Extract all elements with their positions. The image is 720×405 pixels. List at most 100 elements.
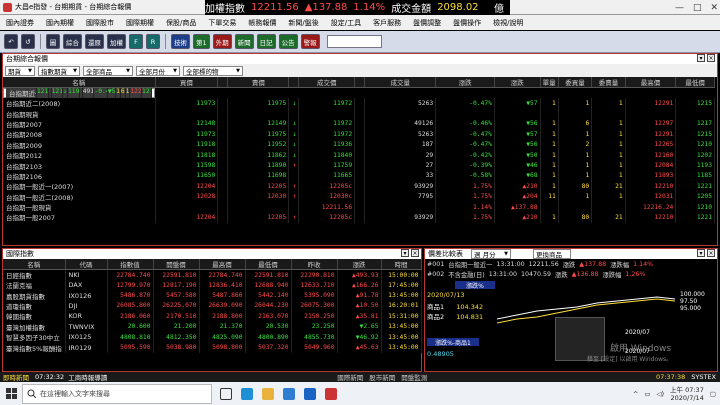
- column-header[interactable]: 代碼: [65, 259, 108, 270]
- column-header[interactable]: 漲跌: [337, 259, 382, 270]
- filter-select-2[interactable]: 全部商品 ▼: [83, 65, 133, 76]
- toolbar-button-14[interactable]: 警報: [300, 34, 320, 49]
- column-header[interactable]: 時間: [381, 259, 422, 270]
- taskbar-search[interactable]: 在這裡輸入文字來搜尋: [22, 383, 212, 404]
- panel-menu-icon[interactable]: ▾: [697, 54, 705, 62]
- menu-item-6[interactable]: 帳務報價: [242, 18, 282, 28]
- panel-menu-icon[interactable]: ▾: [401, 249, 409, 257]
- toolbar-button-3[interactable]: 綜合: [63, 34, 82, 49]
- compare-row[interactable]: #002 不含金融(日) 13:31:00 10470.59 漲跌 ▲136.88 漲跌幅 1…: [425, 269, 717, 279]
- mail-icon[interactable]: [304, 387, 316, 400]
- menu-item-4[interactable]: 保股/商品: [160, 18, 202, 28]
- table-row[interactable]: 台指期2007 12148 12149 ↓ 11972 49126 -0.46% ▼56 1 6 1…: [3, 118, 715, 130]
- store-icon[interactable]: [283, 387, 295, 400]
- table-row[interactable]: 嘉股期貨指數 IX0126 5486.870 5457.580 5487.860 5442…: [3, 290, 422, 301]
- table-row[interactable]: 智慧多因子30中立 IX0125 4808.810 4812.350 4825.090 4…: [3, 331, 422, 343]
- compare-row[interactable]: #001 台指期一般近一 13:31:00 12211.56 漲跌 ▲137.88 漲跌幅 1…: [425, 259, 717, 269]
- period-select[interactable]: 週 月分 ▼: [471, 249, 511, 259]
- toolbar-button-1[interactable]: ↺: [21, 34, 35, 49]
- column-header[interactable]: 漲跌: [435, 77, 495, 88]
- filter-select-4[interactable]: 全部標的物 ▼: [183, 65, 243, 76]
- status-tab-1[interactable]: 股市新聞: [369, 372, 395, 382]
- column-header[interactable]: 名稱: [3, 259, 66, 270]
- column-header[interactable]: 漲跌: [494, 77, 541, 88]
- table-row[interactable]: 韓國指數 KOR 2186.060 2170.510 2188.800 2163.070 2…: [3, 311, 422, 322]
- status-tab-2[interactable]: 開盤監測: [401, 372, 427, 382]
- table-row[interactable]: 台指期一般2007 12204 12205 ↑ 12205c 93929 1.75% ▲210…: [3, 212, 715, 223]
- menu-item-3[interactable]: 國際期權: [120, 18, 160, 28]
- tray-chevron-icon[interactable]: ^: [633, 390, 638, 398]
- menu-item-10[interactable]: 盤價調整: [407, 18, 447, 28]
- toolbar-button-0[interactable]: ↶: [4, 34, 18, 49]
- panel-close-icon[interactable]: ×: [411, 249, 419, 257]
- menu-item-9[interactable]: 客戶服務: [367, 18, 407, 28]
- filter-select-1[interactable]: 指數期貨 ▼: [38, 65, 80, 76]
- file-explorer-icon[interactable]: [262, 387, 274, 400]
- column-header[interactable]: 成交價: [298, 77, 356, 88]
- table-row[interactable]: 道瓊指數 DJI 26085.800 26225.070 26639.090 26044.…: [3, 300, 422, 312]
- column-header[interactable]: [354, 77, 366, 88]
- menu-item-1[interactable]: 國內期權: [40, 18, 80, 28]
- menu-item-12[interactable]: 檢視/說明: [487, 18, 529, 28]
- volume-icon[interactable]: ◁): [656, 390, 664, 398]
- table-row[interactable]: 臺灣指數5%報酬指 IR0129 5095.590 5038.980 5098.800 5…: [3, 342, 422, 353]
- status-tab-0[interactable]: 國際新聞: [337, 372, 363, 382]
- toolbar-button-4[interactable]: 還原: [85, 34, 104, 49]
- column-header[interactable]: 成交量: [364, 77, 437, 88]
- trading-app-icon[interactable]: [325, 387, 337, 400]
- toolbar-button-11[interactable]: 新聞: [234, 34, 254, 49]
- column-header[interactable]: [288, 77, 300, 88]
- column-header[interactable]: 最高價: [625, 77, 677, 88]
- close-button[interactable]: ✕: [710, 3, 718, 13]
- column-header[interactable]: 最高價: [199, 259, 246, 270]
- menu-item-2[interactable]: 國際股市: [80, 18, 120, 28]
- column-header[interactable]: 最低價: [245, 259, 292, 270]
- toolbar-button-2[interactable]: 圖: [46, 34, 60, 49]
- toolbar-button-6[interactable]: F: [129, 34, 143, 49]
- notification-icon[interactable]: ▢: [710, 390, 716, 398]
- toolbar-button-13[interactable]: 公告: [278, 34, 298, 49]
- table-row[interactable]: 台指期2008 11973 11975 ↓ 11972 5263 -0.47% ▼57 1 1 1 1…: [3, 129, 715, 140]
- column-header[interactable]: 買價: [155, 77, 219, 88]
- column-header[interactable]: 單量: [540, 77, 559, 88]
- toolbar-button-9[interactable]: 第1: [193, 34, 210, 49]
- table-row[interactable]: 台指期近二(2008) 11973 11975 ↓ 11972 5263 -0.47% ▼57…: [3, 98, 715, 109]
- minimize-button[interactable]: —: [675, 3, 684, 13]
- panel-close-icon[interactable]: ×: [707, 249, 715, 257]
- table-row[interactable]: 台指期2012 11818 11862 ↓ 11840 29 -0.42% ▼50 1 1 1 121…: [3, 149, 715, 161]
- toolbar-combo[interactable]: [326, 35, 382, 48]
- table-row[interactable]: 台指期2103 11598 11890 ↑ 11759 27 -0.39% ▼46 1 1 1 120…: [3, 160, 715, 171]
- column-header[interactable]: 委賣量: [591, 77, 626, 88]
- column-header[interactable]: 委買量: [558, 77, 593, 88]
- column-header[interactable]: 開盤價: [153, 259, 200, 270]
- menu-item-5[interactable]: 下單交易: [202, 18, 242, 28]
- menu-item-8[interactable]: 設定/工具: [325, 18, 367, 28]
- table-row[interactable]: 台指期一般近一(2007) 12204 12205 ↑ 12205c 93929 1.75%…: [3, 181, 715, 192]
- news-label[interactable]: 即時新聞: [3, 372, 29, 382]
- table-row[interactable]: 台指期近一(2007)1214812149↓1197249126-0.46%▼5…: [3, 87, 156, 99]
- news-headline[interactable]: 工商時報導讀: [68, 372, 107, 382]
- column-header[interactable]: [217, 77, 229, 88]
- table-row[interactable]: 台指期2106 11650 11698 11665 33 -0.58% ▼68 1 1 1 1189…: [3, 170, 715, 182]
- clock[interactable]: 上午 07:37 2020/7/14: [670, 386, 704, 402]
- toolbar-button-10[interactable]: 外期: [212, 34, 232, 49]
- panel-menu-icon[interactable]: ▾: [697, 249, 705, 257]
- table-row[interactable]: 台指期一般現貨 12211.56 1.14% ▲137.88 12216.24 1210: [3, 201, 715, 213]
- toolbar-button-12[interactable]: 日記: [256, 34, 276, 49]
- table-row[interactable]: 法蘭克福 DAX 12799.970 12817.190 12836.410 12688.…: [3, 280, 422, 291]
- menu-item-11[interactable]: 盤價操作: [447, 18, 487, 28]
- network-icon[interactable]: ▭: [644, 390, 650, 398]
- filter-select-3[interactable]: 全部月份 ▼: [136, 65, 180, 76]
- column-header[interactable]: 名稱: [3, 77, 156, 88]
- column-header[interactable]: 昨收: [291, 259, 338, 270]
- start-button[interactable]: [0, 388, 22, 399]
- toolbar-button-8[interactable]: 技術: [171, 34, 190, 49]
- task-view-icon[interactable]: [220, 387, 232, 400]
- edge-icon[interactable]: [241, 387, 253, 400]
- maximize-button[interactable]: □: [693, 3, 702, 13]
- table-row[interactable]: 台指期2009 11918 11952 ↓ 11936 187 -0.47% ▼56 1 2 1 12…: [3, 139, 715, 150]
- toolbar-button-5[interactable]: 加權: [107, 34, 126, 49]
- column-header[interactable]: 指數值: [107, 259, 154, 270]
- column-header[interactable]: 賣價: [227, 77, 290, 88]
- table-row[interactable]: 台指期現貨: [3, 108, 715, 119]
